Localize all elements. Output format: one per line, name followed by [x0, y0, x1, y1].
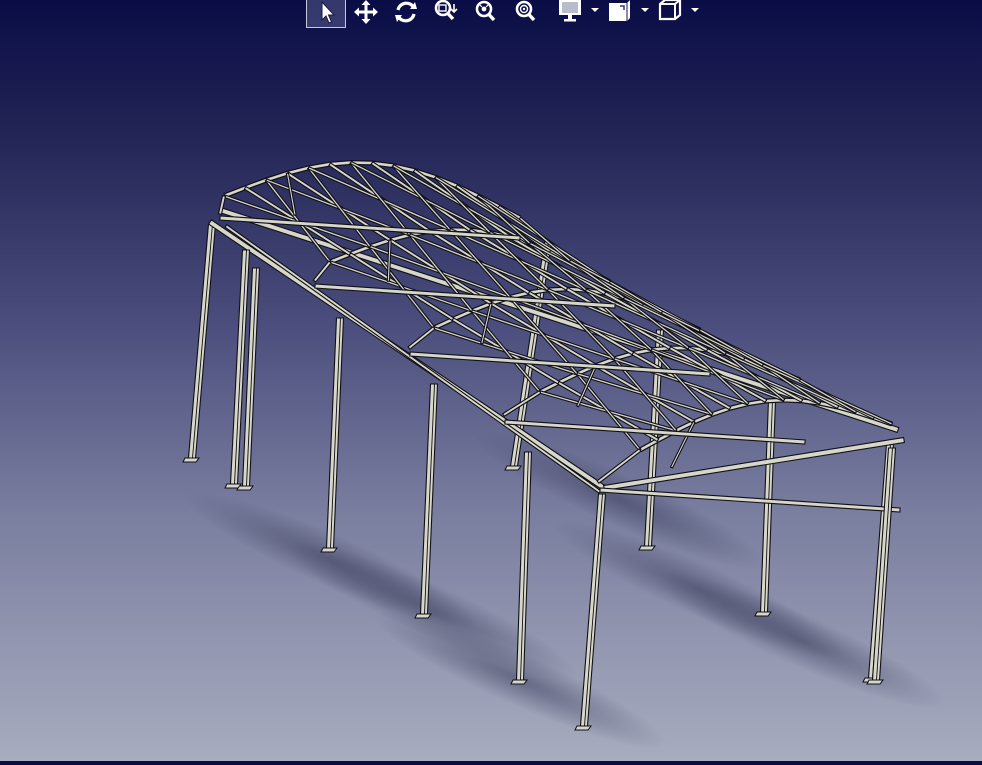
rotate-button[interactable]: [386, 0, 426, 28]
arrow-pointer-icon: [321, 0, 336, 24]
render-style-button[interactable]: [604, 0, 636, 28]
view-toolbar: [306, 0, 704, 30]
truss-post: [407, 326, 436, 350]
pan-arrows-icon: [354, 0, 378, 24]
isometric-cube-icon: [658, 0, 682, 21]
zoom-in-icon: [475, 0, 496, 22]
fit-all-button[interactable]: [426, 0, 466, 28]
zoom-in-button[interactable]: [466, 0, 506, 28]
select-button[interactable]: [306, 0, 346, 28]
zoom-out-button[interactable]: [506, 0, 546, 28]
3d-viewport[interactable]: [0, 0, 982, 761]
structure-model[interactable]: [0, 0, 982, 761]
column: [182, 223, 217, 463]
column: [320, 317, 345, 553]
column: [754, 399, 777, 617]
chevron-down-icon: [591, 8, 599, 12]
truss-post: [312, 260, 332, 283]
render-style-dropdown[interactable]: [636, 0, 654, 20]
standard-views-button[interactable]: [654, 0, 686, 28]
fit-all-icon: [434, 0, 458, 21]
standard-views-dropdown[interactable]: [686, 0, 704, 20]
rotate-icon: [395, 1, 417, 23]
view-mode-dropdown[interactable]: [586, 0, 604, 20]
monitor-icon: [559, 0, 581, 22]
chevron-down-icon: [641, 8, 649, 12]
render-style-icon: [609, 0, 630, 21]
roof-truss: [207, 160, 906, 513]
shadow-band: [653, 570, 947, 710]
zoom-out-icon: [515, 0, 536, 22]
pan-button[interactable]: [346, 0, 386, 28]
view-mode-button[interactable]: [554, 0, 586, 28]
chevron-down-icon: [691, 8, 699, 12]
